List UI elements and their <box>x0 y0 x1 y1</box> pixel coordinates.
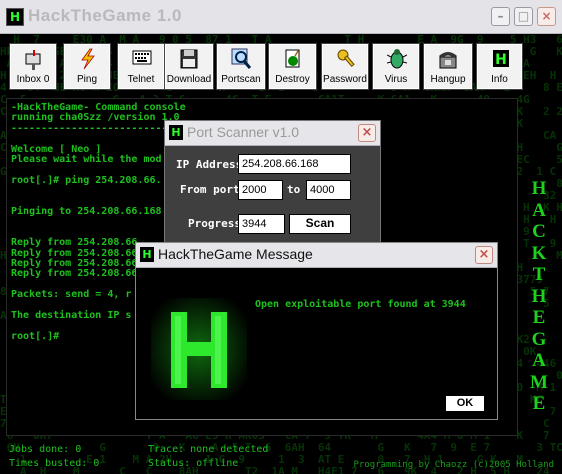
side-title-letter: H <box>531 178 547 199</box>
key-icon <box>337 49 355 68</box>
side-title-letter: A <box>532 350 546 371</box>
telnet-button[interactable]: Telnet <box>117 43 165 90</box>
download-button[interactable]: Download <box>164 43 214 90</box>
credit-text: Programming by Chaozz (c)2005 Holland <box>353 460 554 470</box>
inbox-label: Inbox 0 <box>16 74 50 85</box>
status-text: Status: offline <box>148 458 239 469</box>
port-scanner-dialog: H Port Scanner v1.0 × IP Address 254.208… <box>164 120 381 244</box>
info-button[interactable]: H Info <box>476 43 523 90</box>
magnifier-icon <box>231 48 251 69</box>
bomb-icon <box>285 49 300 68</box>
password-label: Password <box>323 74 367 85</box>
jobs-done-text: Jobs done: 0 <box>9 444 82 455</box>
side-title-letter: G <box>531 328 547 350</box>
console-line: Reply from 254.208.66 <box>11 247 138 259</box>
scan-button[interactable]: Scan <box>289 214 351 234</box>
console-line: Please wait while the mod <box>11 154 162 165</box>
toolbar: Inbox 0 Ping Telnet Download Portscan De… <box>0 34 562 96</box>
portscan-label: Portscan <box>221 74 261 85</box>
port-scanner-close-button[interactable]: × <box>358 124 376 142</box>
destroy-button[interactable]: Destroy <box>268 43 317 90</box>
floppy-icon <box>180 49 198 69</box>
message-text: Open exploitable port found at 3944 <box>255 299 466 310</box>
inbox-button[interactable]: Inbox 0 <box>9 43 57 90</box>
telnet-label: Telnet <box>127 74 155 85</box>
port-scanner-title: Port Scanner v1.0 <box>187 124 300 140</box>
portscan-button[interactable]: Portscan <box>216 43 266 90</box>
times-busted-text: Times busted: 0 <box>9 458 100 469</box>
destroy-label: Destroy <box>275 74 310 85</box>
console-line: Reply from 254.208.66 <box>11 258 138 269</box>
side-title-letter: T <box>532 264 546 285</box>
console-line: Pinging to 254.208.66.168 <box>11 206 162 217</box>
console-line: Reply from 254.208.66 <box>11 268 138 280</box>
from-port-input[interactable]: 2000 <box>238 180 283 200</box>
phone-icon <box>439 52 457 69</box>
ping-label: Ping <box>76 74 97 85</box>
side-title-letter: M <box>530 371 548 393</box>
close-button[interactable]: × <box>537 7 556 26</box>
trace-text: Trace: none detected <box>148 444 269 455</box>
message-title: HackTheGame Message <box>158 246 313 262</box>
port-scanner-app-icon: H <box>169 125 183 140</box>
console-line: Welcome [ Neo ] <box>11 143 102 155</box>
message-close-button[interactable]: × <box>475 246 493 264</box>
side-title: HACKTHEGAME <box>528 178 550 415</box>
port-scanner-titlebar: H Port Scanner v1.0 × <box>165 121 380 146</box>
progress-label: Progress <box>188 217 241 230</box>
side-title-letter: A <box>532 199 546 221</box>
title-bar: H HackTheGame 1.0 – □ × <box>0 0 562 34</box>
ok-button[interactable]: OK <box>445 395 485 412</box>
side-title-letter: E <box>532 393 546 414</box>
side-title-letter: H <box>531 285 547 307</box>
virus-label: Virus <box>384 74 408 85</box>
to-port-input[interactable]: 4000 <box>306 180 351 200</box>
keyboard-icon <box>132 50 152 65</box>
hangup-button[interactable]: Hangup <box>423 43 473 90</box>
side-title-letter: C <box>532 221 546 242</box>
console-line: root[.]# <box>11 330 60 342</box>
side-title-letter: K <box>531 242 547 264</box>
console-line: Packets: send = 4, r <box>11 289 132 301</box>
ip-address-input[interactable]: 254.208.66.168 <box>238 154 351 174</box>
console-line: running cha0Szz /version 1.0 <box>11 112 180 124</box>
info-label: Info <box>491 74 508 85</box>
maximize-button[interactable]: □ <box>514 7 533 26</box>
progress-value: 3944 <box>238 214 285 234</box>
info-h-icon: H <box>493 50 509 68</box>
download-label: Download <box>166 74 212 85</box>
virus-button[interactable]: Virus <box>372 43 420 90</box>
hangup-label: Hangup <box>430 74 466 85</box>
side-title-letter: E <box>532 307 546 328</box>
message-body: Open exploitable port found at 3944 OK <box>137 268 496 418</box>
console-line: The destination IP s <box>11 310 132 321</box>
ping-button[interactable]: Ping <box>63 43 111 90</box>
glowing-h-logo <box>151 298 247 400</box>
ip-address-label: IP Address <box>176 158 243 171</box>
lightning-icon <box>81 48 95 70</box>
message-app-icon: H <box>140 247 154 262</box>
window-title: HackTheGame 1.0 <box>28 6 182 25</box>
message-dialog: H HackTheGame Message × Open exploitable… <box>135 242 498 420</box>
console-line: root[.]# ping 254.208.66. <box>11 174 162 186</box>
bug-icon <box>387 49 407 69</box>
mailbox-icon <box>25 50 41 70</box>
to-label: to <box>287 183 301 196</box>
minimize-button[interactable]: – <box>491 7 510 26</box>
password-button[interactable]: Password <box>321 43 369 90</box>
message-titlebar: H HackTheGame Message × <box>136 243 497 268</box>
from-port-label: From port <box>180 183 240 196</box>
console-line: Reply from 254.208.66 <box>11 237 138 249</box>
svg-text:H: H <box>495 52 507 68</box>
app-icon: H <box>6 8 24 26</box>
